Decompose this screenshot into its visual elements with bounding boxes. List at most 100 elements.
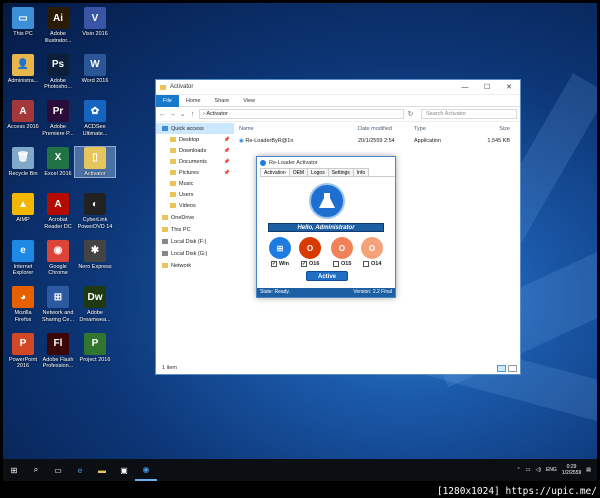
desktop-icon-excel[interactable]: X Excel 2016 bbox=[38, 146, 78, 178]
tab-logos[interactable]: Logos bbox=[307, 168, 329, 176]
language-indicator[interactable]: ENG bbox=[546, 467, 557, 473]
reloader-taskbar-icon[interactable]: ◉ bbox=[135, 459, 157, 481]
desktop-icon-activator-folder[interactable]: ▯ Activator bbox=[74, 145, 116, 178]
product-o15-icon: O bbox=[331, 237, 353, 259]
network-icon bbox=[162, 263, 168, 268]
folder-icon bbox=[160, 84, 166, 90]
pin-icon[interactable]: 📌 bbox=[224, 159, 230, 165]
desktop-icon-recycle-bin[interactable]: 🗑 Recycle Bin bbox=[3, 146, 43, 178]
forward-arrow-icon[interactable]: → bbox=[169, 111, 176, 118]
refresh-icon[interactable]: ↻ bbox=[407, 110, 414, 118]
nav-item[interactable]: Users bbox=[156, 189, 234, 200]
product-checkbox[interactable]: O15 bbox=[333, 261, 351, 267]
desktop-icon-powerpoint[interactable]: P PowerPoint 2016 bbox=[3, 332, 43, 370]
desktop-icon-premiere[interactable]: Pr Adobe Premiere P... bbox=[38, 100, 78, 137]
product-checkbox[interactable]: ✓ O16 bbox=[301, 261, 319, 267]
nav-label: Users bbox=[179, 191, 194, 198]
nav-label: Quick access bbox=[171, 125, 204, 132]
nav-item[interactable]: Music bbox=[156, 178, 234, 189]
desktop-icon-firefox[interactable]: ◕ Mozilla Firefox bbox=[3, 286, 43, 323]
column-date[interactable]: Date modified bbox=[358, 126, 414, 132]
nav-item[interactable]: Desktop 📌 bbox=[156, 134, 234, 145]
notification-icon[interactable]: ▤ bbox=[586, 467, 591, 473]
pin-icon[interactable]: 📌 bbox=[224, 170, 230, 176]
column-type[interactable]: Type bbox=[414, 126, 470, 132]
column-size[interactable]: Size bbox=[470, 126, 510, 132]
desktop-icon-label: Administra... bbox=[7, 77, 39, 84]
task-view-icon[interactable]: ▭ bbox=[47, 459, 69, 481]
minimize-button[interactable]: — bbox=[454, 84, 476, 91]
computer-icon: ▭ bbox=[12, 7, 34, 29]
pin-icon[interactable]: 📌 bbox=[224, 148, 230, 154]
tab-file[interactable]: File bbox=[156, 94, 179, 107]
active-button[interactable]: Active bbox=[306, 271, 348, 281]
tab-info[interactable]: Info bbox=[352, 168, 370, 176]
path-field[interactable]: › Activator bbox=[199, 109, 404, 119]
clock[interactable]: 0:29 1/2/2559 bbox=[562, 464, 581, 476]
file-row[interactable]: ◉ Re-LoaderByR@1n 20/1/2559 2:54 Applica… bbox=[236, 135, 520, 146]
desktop-icon-visio[interactable]: V Visio 2016 bbox=[75, 7, 115, 38]
desktop-icon-acrobat[interactable]: A Acrobat Reader DC bbox=[38, 193, 78, 230]
nav-item[interactable]: OneDrive bbox=[156, 212, 234, 223]
image-caption: [1280x1024] https://upic.me/ bbox=[436, 486, 597, 497]
desktop-icon-ie[interactable]: e Internet Explorer bbox=[3, 239, 43, 277]
desktop-icon-acdsee[interactable]: ✿ ACDSee Ultimate... bbox=[75, 100, 115, 137]
edge-icon[interactable]: e bbox=[69, 459, 91, 481]
nav-item[interactable]: Local Disk (F:) bbox=[156, 236, 234, 247]
up-arrow-icon[interactable]: ↑ bbox=[189, 111, 196, 118]
pin-icon[interactable]: 📌 bbox=[224, 137, 230, 143]
search-input[interactable]: Search Activator bbox=[421, 109, 517, 119]
file-explorer-icon[interactable]: ▬ bbox=[91, 459, 113, 481]
maximize-button[interactable]: ☐ bbox=[476, 83, 498, 91]
desktop-icon-photoshop[interactable]: Ps Adobe Photosho... bbox=[38, 53, 78, 91]
chevron-up-icon[interactable]: ⌃ bbox=[517, 467, 521, 473]
desktop-icon-illustrator[interactable]: Ai Adobe Illustrator... bbox=[38, 7, 78, 44]
nav-item[interactable]: This PC bbox=[156, 224, 234, 235]
desktop-icon-nero[interactable]: ✱ Nero Express bbox=[75, 239, 115, 271]
back-arrow-icon[interactable]: ← bbox=[159, 111, 166, 118]
nav-item[interactable]: Videos bbox=[156, 200, 234, 211]
desktop-icon-project[interactable]: P Project 2016 bbox=[75, 332, 115, 364]
flash-icon: Fl bbox=[47, 332, 69, 355]
tab-settings[interactable]: Settings bbox=[327, 168, 354, 176]
desktop-icon-word[interactable]: W Word 2016 bbox=[75, 53, 115, 85]
desktop-icon-label: Acrobat Reader DC bbox=[44, 217, 72, 230]
desktop-icon-label: Adobe Photosho... bbox=[44, 77, 72, 91]
column-name[interactable]: Name bbox=[236, 126, 358, 132]
desktop-icon-aimp[interactable]: ▲ AIMP bbox=[3, 193, 43, 224]
details-view-icon[interactable] bbox=[497, 365, 506, 372]
tab-activation[interactable]: Activation bbox=[260, 168, 290, 176]
desktop-icon-dreamweaver[interactable]: Dw Adobe Dreamwea... bbox=[75, 286, 115, 323]
desktop-icon-user-folder[interactable]: 👤 Administra... bbox=[3, 53, 43, 85]
tab-oem[interactable]: OEM bbox=[288, 168, 309, 176]
desktop-icon-label: Internet Explorer bbox=[12, 263, 34, 277]
desktop-icon-chrome[interactable]: ◉ Google Chrome bbox=[38, 239, 78, 277]
product-checkbox[interactable]: ✓ Win bbox=[271, 261, 289, 267]
tab-view[interactable]: View bbox=[236, 95, 262, 107]
tab-share[interactable]: Share bbox=[208, 95, 237, 107]
large-icons-view-icon[interactable] bbox=[508, 365, 517, 372]
desktop-icon-network[interactable]: ⊞ Network and Sharing Ce... bbox=[38, 286, 78, 323]
nav-item[interactable]: Documents 📌 bbox=[156, 156, 234, 167]
navigation-pane: Quick access Desktop 📌 Downloads 📌 Documents 📌… bbox=[156, 123, 234, 362]
desktop-icon-label: Network and Sharing Ce... bbox=[41, 310, 75, 323]
tab-home[interactable]: Home bbox=[179, 95, 208, 107]
nav-item[interactable]: Network bbox=[156, 260, 234, 271]
product-checkbox[interactable]: O14 bbox=[363, 261, 381, 267]
volume-icon[interactable]: ◁) bbox=[535, 467, 541, 473]
start-icon[interactable]: ⊞ bbox=[3, 459, 25, 481]
desktop-icon-computer[interactable]: ▭ This PC bbox=[3, 7, 43, 38]
close-button[interactable]: ✕ bbox=[498, 83, 520, 91]
desktop-icon-powerdvd[interactable]: ◐ CyberLink PowerDVD 14 bbox=[75, 193, 115, 230]
chevron-down-icon[interactable]: ⌄ bbox=[179, 110, 186, 118]
nav-item[interactable]: Quick access bbox=[156, 123, 234, 134]
store-icon[interactable]: ▣ bbox=[113, 459, 135, 481]
desktop-icon-access[interactable]: A Access 2016 bbox=[3, 100, 43, 131]
desktop-icon-label: Adobe Dreamwea... bbox=[79, 310, 111, 323]
desktop-icon-flash[interactable]: Fl Adobe Flash Profession... bbox=[38, 332, 78, 370]
nav-item[interactable]: Pictures 📌 bbox=[156, 167, 234, 178]
search-icon[interactable]: ⌕ bbox=[25, 459, 47, 481]
nav-item[interactable]: Local Disk (G:) bbox=[156, 248, 234, 259]
nav-item[interactable]: Downloads 📌 bbox=[156, 145, 234, 156]
network-icon[interactable]: ▭ bbox=[526, 467, 531, 473]
